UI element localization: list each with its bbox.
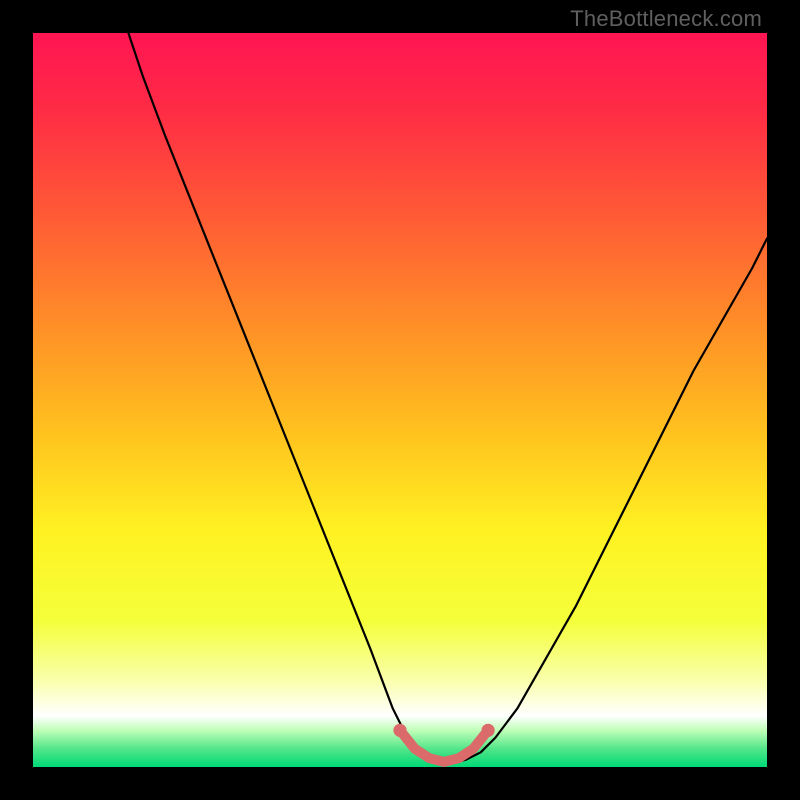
curve-layer [33,33,767,767]
highlight-endpoint-left [393,724,406,737]
bottleneck-curve [128,33,767,763]
watermark-label: TheBottleneck.com [570,6,762,32]
plot-area [33,33,767,767]
chart-frame: TheBottleneck.com [0,0,800,800]
highlight-segment [400,730,488,762]
highlight-endpoint-right [481,724,494,737]
